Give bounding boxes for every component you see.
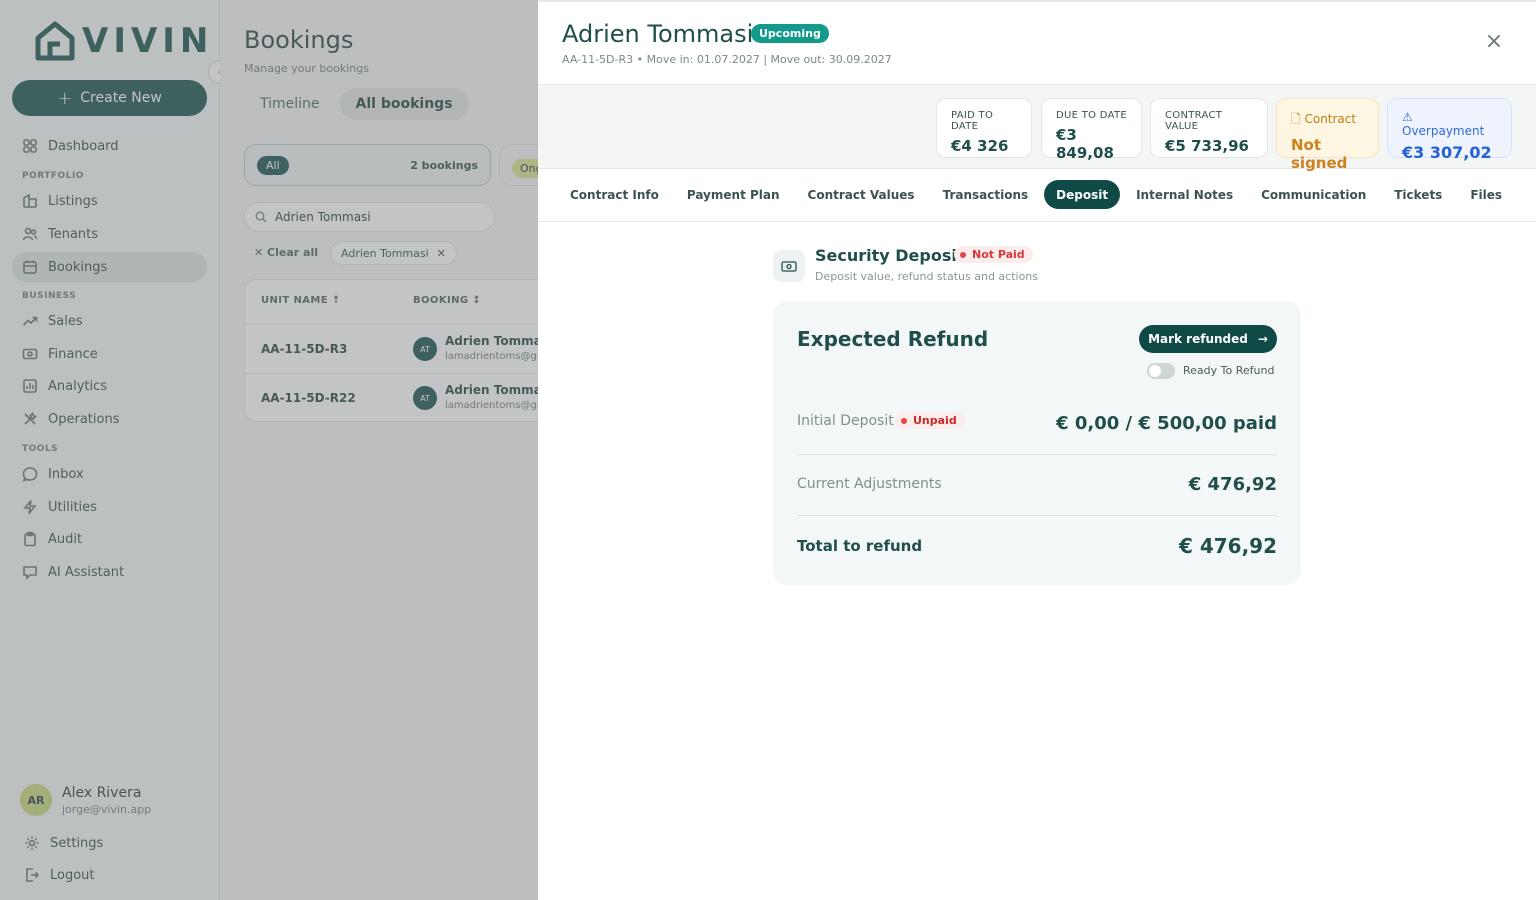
stat-label: DUE TO DATE (1056, 110, 1127, 121)
stat-label-text: Contract (1304, 112, 1357, 126)
section-title: Security Deposit (815, 246, 965, 265)
tab-internal-notes[interactable]: Internal Notes (1124, 180, 1245, 209)
divider (797, 454, 1277, 455)
stat-due-to-date: DUE TO DATE €3 849,08 (1041, 98, 1142, 162)
drawer-subtitle: AA-11-5D-R3 • Move in: 01.07.2027 | Move… (562, 53, 892, 66)
status-badge: Not Paid (954, 246, 1033, 263)
status-dot (960, 251, 966, 258)
stat-label-text: Overpayment (1402, 124, 1485, 138)
tab-communication[interactable]: Communication (1249, 180, 1378, 209)
stats-band: PAID TO DATE €4 326 DUE TO DATE €3 849,0… (538, 84, 1536, 172)
unpaid-badge: Unpaid (895, 412, 965, 429)
section-subtitle: Deposit value, refund status and actions (815, 270, 1039, 283)
warning-icon: ⚠ (1402, 110, 1413, 124)
adjustments-value: € 476,92 (1188, 474, 1277, 495)
status-badge-label: Not Paid (972, 248, 1025, 261)
stat-value: Not signed (1291, 136, 1348, 172)
drawer-tabs: Contract Info Payment Plan Contract Valu… (558, 180, 1514, 209)
stat-value: €3 307,02 (1402, 143, 1492, 162)
expected-refund-card: Expected Refund Mark refunded → Ready To… (773, 301, 1301, 585)
initial-deposit-value: € 0,00 / € 500,00 paid (1056, 413, 1277, 434)
status-badge: Upcoming (751, 24, 829, 43)
unpaid-label: Unpaid (913, 414, 957, 427)
stat-label: PAID TO DATE (951, 110, 994, 132)
tab-payment-plan[interactable]: Payment Plan (675, 180, 792, 209)
tab-files[interactable]: Files (1458, 180, 1514, 209)
status-dot (901, 417, 907, 424)
stat-label: 🗋 Contract (1291, 110, 1364, 131)
initial-deposit-label: Initial Deposit (797, 413, 894, 429)
adjustments-label: Current Adjustments (797, 476, 942, 492)
stat-value: €5 733,96 (1165, 137, 1249, 155)
stat-contract-value: CONTRACT VALUE €5 733,96 (1150, 98, 1268, 158)
close-icon: × (1484, 29, 1504, 54)
stat-contract-status[interactable]: 🗋 Contract Not signed (1276, 98, 1379, 172)
arrow-right-icon: → (1257, 332, 1268, 346)
ready-to-refund-toggle[interactable] (1147, 363, 1175, 379)
total-label: Total to refund (797, 537, 923, 555)
tab-tickets[interactable]: Tickets (1382, 180, 1454, 209)
toggle-label: Ready To Refund (1183, 364, 1275, 377)
modal-backdrop[interactable] (0, 0, 538, 900)
card-title: Expected Refund (797, 327, 989, 351)
total-value: € 476,92 (1178, 534, 1277, 558)
document-icon: 🗋 (1291, 112, 1305, 126)
divider (797, 515, 1277, 516)
mark-refunded-label: Mark refunded (1148, 332, 1248, 346)
tab-transactions[interactable]: Transactions (931, 180, 1041, 209)
mark-refunded-button[interactable]: Mark refunded → (1139, 325, 1277, 353)
tab-deposit[interactable]: Deposit (1044, 180, 1121, 209)
close-drawer-button[interactable]: × (1484, 29, 1504, 54)
stat-value: €3 849,08 (1056, 126, 1114, 162)
stat-label: ⚠ Overpayment (1402, 110, 1497, 138)
booking-drawer: Adrien Tommasi Upcoming AA-11-5D-R3 • Mo… (538, 0, 1536, 900)
stat-value: €4 326 (951, 137, 1009, 155)
stat-label: CONTRACT VALUE (1165, 110, 1223, 132)
drawer-title: Adrien Tommasi (562, 20, 754, 48)
cash-icon (773, 250, 805, 282)
stat-overpayment[interactable]: ⚠ Overpayment €3 307,02 (1387, 98, 1512, 162)
tabs-divider (538, 221, 1536, 222)
tab-contract-info[interactable]: Contract Info (558, 180, 671, 209)
tab-contract-values[interactable]: Contract Values (796, 180, 927, 209)
stat-paid-to-date: PAID TO DATE €4 326 (936, 98, 1032, 158)
